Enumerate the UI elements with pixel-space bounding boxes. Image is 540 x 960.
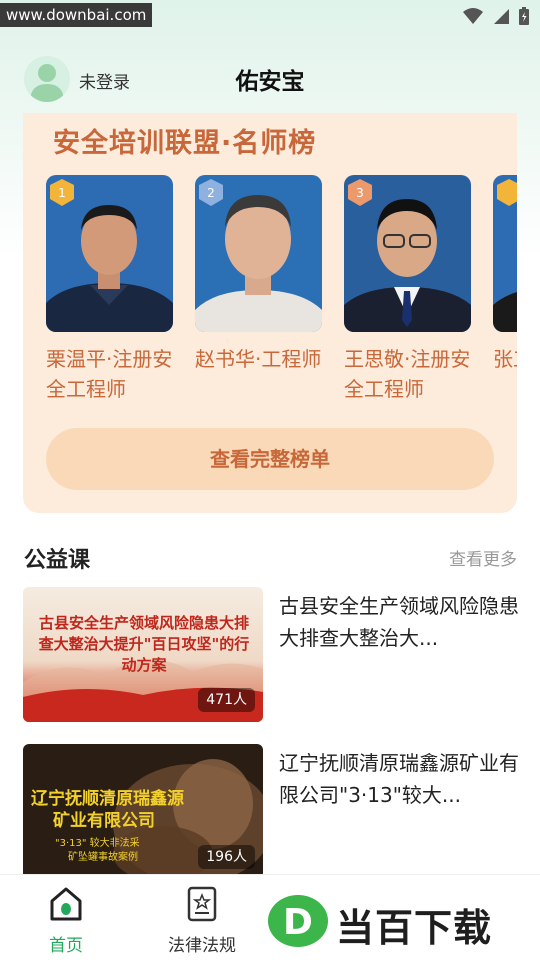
- teacher-card[interactable]: 3 王思敬·注册安全工程师: [344, 175, 472, 404]
- course-thumbnail: 辽宁抚顺清原瑞鑫源 矿业有限公司 "3·13" 较大非法采 矿坠罐事故案例 19…: [23, 744, 263, 879]
- wifi-icon: [463, 8, 483, 24]
- course-title: 辽宁抚顺清原瑞鑫源矿业有限公司"3·13"较大...: [279, 751, 519, 807]
- watermark-logo: D 当百下载: [266, 893, 538, 953]
- rank-badge-icon: 1: [50, 179, 74, 206]
- brand-text: 当百下载: [336, 906, 493, 950]
- viewer-count: 196人: [198, 845, 255, 869]
- thumbnail-caption: 古县安全生产领域风险隐患大排查大整治大提升"百日攻坚"的行动方案: [38, 614, 250, 674]
- thumbnail-caption: 矿业有限公司: [53, 811, 155, 831]
- viewer-count: 471人: [198, 688, 255, 712]
- section-title: 公益课: [24, 548, 91, 573]
- signal-icon: [494, 9, 509, 24]
- brand-logo-icon: D: [268, 895, 328, 947]
- teacher-card[interactable]: 1 栗温平·注册安全工程师: [46, 175, 174, 404]
- thumbnail-caption: "3·13" 较大非法采: [55, 838, 140, 849]
- teacher-card[interactable]: 张工: [493, 175, 517, 374]
- svg-text:D: D: [283, 902, 313, 943]
- view-more-link[interactable]: 查看更多: [449, 545, 517, 570]
- home-icon: [50, 887, 82, 921]
- nav-label: 首页: [49, 936, 83, 956]
- teacher-photo: [493, 175, 517, 332]
- teacher-list: 1 栗温平·注册安全工程师 2 赵书华·工程师 3 王思敬·注册安全工程师 张: [46, 175, 517, 415]
- ranking-title: 安全培训联盟·名师榜: [53, 128, 317, 159]
- course-title: 古县安全生产领域风险隐患大排查大整治大...: [279, 594, 519, 650]
- teacher-name: 栗温平·注册安全工程师: [46, 347, 173, 401]
- rank-badge-icon: 2: [199, 179, 223, 206]
- rank-badge-icon: [497, 179, 517, 206]
- status-bar-icons: [462, 6, 530, 26]
- svg-text:1: 1: [58, 186, 66, 200]
- course-thumbnail: 古县安全生产领域风险隐患大排查大整治大提升"百日攻坚"的行动方案 471人: [23, 587, 263, 722]
- app-header: 未登录 佑安宝: [0, 52, 540, 108]
- teacher-name: 赵书华·工程师: [195, 347, 322, 371]
- rank-badge-icon: 3: [348, 179, 372, 206]
- view-full-ranking-button[interactable]: 查看完整榜单: [46, 428, 494, 490]
- nav-label: 法律法规: [168, 936, 236, 956]
- teacher-photo: 3: [344, 175, 471, 332]
- course-item[interactable]: 古县安全生产领域风险隐患大排查大整治大提升"百日攻坚"的行动方案 471人 古县…: [23, 587, 519, 722]
- thumbnail-caption: 矿坠罐事故案例: [68, 852, 138, 863]
- teacher-photo: 2: [195, 175, 322, 332]
- teacher-name: 王思敬·注册安全工程师: [344, 347, 471, 401]
- page-title: 佑安宝: [235, 69, 305, 95]
- svg-text:3: 3: [356, 186, 364, 200]
- battery-icon: [519, 7, 529, 25]
- teacher-card[interactable]: 2 赵书华·工程师: [195, 175, 323, 374]
- teacher-photo: 1: [46, 175, 173, 332]
- teacher-name: 张工: [493, 347, 517, 371]
- watermark-url: www.downbai.com: [0, 3, 153, 27]
- svg-text:2: 2: [207, 186, 215, 200]
- nav-item-laws[interactable]: 法律法规: [152, 885, 252, 956]
- course-item[interactable]: 辽宁抚顺清原瑞鑫源 矿业有限公司 "3·13" 较大非法采 矿坠罐事故案例 19…: [23, 744, 519, 879]
- teacher-ranking-card: 安全培训联盟·名师榜 1 栗温平·注册安全工程师 2 赵书华·工程师 3 王思敬…: [23, 113, 517, 513]
- law-document-icon: [187, 886, 217, 922]
- nav-item-home[interactable]: 首页: [16, 885, 116, 956]
